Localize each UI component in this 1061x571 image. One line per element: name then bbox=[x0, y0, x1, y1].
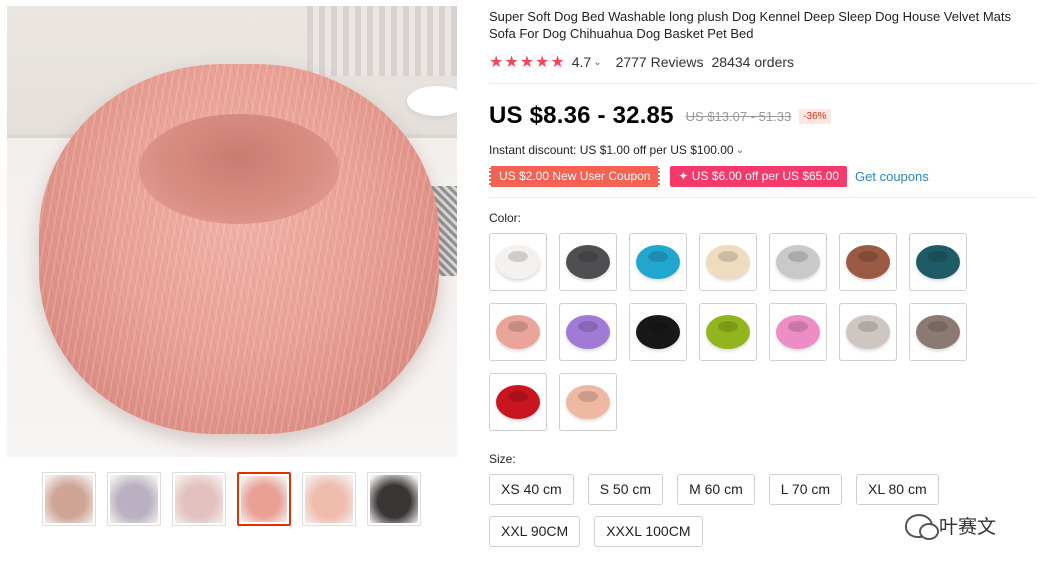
price-row: US $8.36 - 32.85 US $13.07 - 51.33 -36% bbox=[489, 102, 1049, 130]
instant-discount-text: Instant discount: US $1.00 off per US $1… bbox=[489, 143, 734, 157]
watermark: 叶赛文 bbox=[905, 512, 997, 540]
chevron-down-icon[interactable]: ⌄ bbox=[593, 57, 601, 68]
swatch-bed-image bbox=[776, 315, 820, 349]
size-option[interactable]: XS 40 cm bbox=[489, 474, 574, 505]
color-swatch[interactable] bbox=[699, 303, 757, 361]
size-options: XS 40 cm S 50 cm M 60 cm L 70 cm XL 80 cm XXL… bbox=[489, 474, 959, 547]
chevron-down-icon: ⌄ bbox=[735, 144, 744, 156]
pink-dog-bed bbox=[39, 64, 439, 434]
swatch-bed-image bbox=[776, 245, 820, 279]
star-rating-icon: ★★★★★ bbox=[489, 54, 566, 71]
thumbnail-4-selected[interactable] bbox=[237, 472, 291, 526]
thumbnail-5[interactable] bbox=[302, 472, 356, 526]
swatch-bed-image bbox=[636, 315, 680, 349]
color-swatch[interactable] bbox=[489, 233, 547, 291]
swatch-bed-image bbox=[566, 245, 610, 279]
swatch-bed-image bbox=[496, 315, 540, 349]
divider bbox=[489, 83, 1037, 84]
color-swatch[interactable] bbox=[769, 303, 827, 361]
color-swatch-grid bbox=[489, 233, 969, 431]
divider bbox=[489, 197, 1037, 198]
swatch-bed-image bbox=[496, 385, 540, 419]
discount-badge: -36% bbox=[799, 108, 831, 124]
color-swatch[interactable] bbox=[699, 233, 757, 291]
color-swatch[interactable] bbox=[559, 373, 617, 431]
color-swatch[interactable] bbox=[489, 303, 547, 361]
swatch-bed-image bbox=[846, 315, 890, 349]
size-option[interactable]: S 50 cm bbox=[587, 474, 664, 505]
swatch-bed-image bbox=[496, 245, 540, 279]
size-option[interactable]: XXL 90CM bbox=[489, 516, 581, 547]
bed-center bbox=[139, 114, 339, 224]
thumbnail-6[interactable] bbox=[367, 472, 421, 526]
thumbnail-strip bbox=[42, 472, 421, 526]
size-option[interactable]: M 60 cm bbox=[677, 474, 755, 505]
size-label: Size: bbox=[489, 452, 516, 466]
original-price: US $13.07 - 51.33 bbox=[685, 108, 792, 124]
rating-row: ★★★★★ 4.7 ⌄ 2777 Reviews 28434 orders bbox=[489, 53, 1049, 71]
swatch-bed-image bbox=[706, 245, 750, 279]
thumbnail-image bbox=[305, 475, 353, 523]
swatch-bed-image bbox=[566, 315, 610, 349]
coupon-row: US $2.00 New User Coupon ✦ US $6.00 off … bbox=[489, 164, 1049, 188]
chat-bubble-icon bbox=[905, 513, 939, 540]
color-swatch[interactable] bbox=[629, 233, 687, 291]
color-swatch[interactable] bbox=[909, 303, 967, 361]
instant-discount[interactable]: Instant discount: US $1.00 off per US $1… bbox=[489, 142, 1049, 158]
color-swatch[interactable] bbox=[769, 233, 827, 291]
color-swatch[interactable] bbox=[839, 233, 897, 291]
thumbnail-image bbox=[110, 475, 158, 523]
thumbnail-1[interactable] bbox=[42, 472, 96, 526]
size-option[interactable]: L 70 cm bbox=[768, 474, 843, 505]
rating-value[interactable]: 4.7 bbox=[572, 54, 591, 70]
product-info: Super Soft Dog Bed Washable long plush D… bbox=[489, 8, 1049, 547]
product-title: Super Soft Dog Bed Washable long plush D… bbox=[489, 9, 1012, 41]
size-option[interactable]: XXXL 100CM bbox=[594, 516, 703, 547]
thumbnail-image bbox=[175, 475, 223, 523]
thumbnail-image bbox=[45, 475, 93, 523]
main-product-image[interactable] bbox=[7, 6, 457, 457]
thumbnail-image bbox=[241, 476, 287, 522]
background-curtain bbox=[307, 6, 457, 76]
size-option[interactable]: XL 80 cm bbox=[856, 474, 939, 505]
swatch-bed-image bbox=[916, 245, 960, 279]
swatch-bed-image bbox=[846, 245, 890, 279]
thumbnail-2[interactable] bbox=[107, 472, 161, 526]
swatch-bed-image bbox=[636, 245, 680, 279]
color-swatch[interactable] bbox=[909, 233, 967, 291]
swatch-bed-image bbox=[916, 315, 960, 349]
orders-count: 28434 orders bbox=[711, 54, 795, 70]
thumbnail-3[interactable] bbox=[172, 472, 226, 526]
color-label: Color: bbox=[489, 211, 522, 225]
thumbnail-image bbox=[370, 475, 418, 523]
current-price: US $8.36 - 32.85 bbox=[489, 102, 674, 129]
swatch-bed-image bbox=[706, 315, 750, 349]
new-user-coupon[interactable]: US $2.00 New User Coupon bbox=[489, 165, 661, 187]
color-swatch[interactable] bbox=[559, 233, 617, 291]
color-swatch[interactable] bbox=[489, 373, 547, 431]
color-swatch[interactable] bbox=[839, 303, 897, 361]
reviews-count[interactable]: 2777 Reviews bbox=[616, 54, 704, 70]
get-coupons-link[interactable]: Get coupons bbox=[855, 169, 929, 184]
swatch-bed-image bbox=[566, 385, 610, 419]
color-swatch[interactable] bbox=[559, 303, 617, 361]
store-coupon[interactable]: ✦ US $6.00 off per US $65.00 bbox=[670, 165, 848, 187]
watermark-text: 叶赛文 bbox=[939, 517, 997, 538]
color-swatch[interactable] bbox=[629, 303, 687, 361]
